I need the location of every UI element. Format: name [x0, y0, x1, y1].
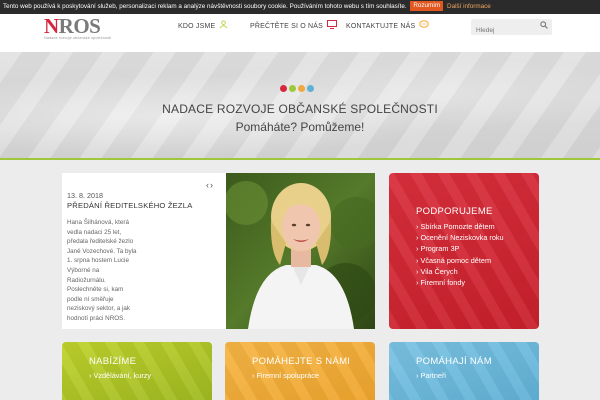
slider-dot-1[interactable] [280, 85, 287, 92]
hero-title: NADACE ROZVOJE OBČANSKÉ SPOLEČNOSTI [162, 102, 438, 116]
tile-nabizime[interactable]: NABÍZÍME › Vzdělávání, kurzy [62, 342, 212, 400]
tile-pomahaji-nam[interactable]: POMÁHAJÍ NÁM › Partneři [389, 342, 539, 400]
tile-link[interactable]: › Program 3P [416, 243, 504, 254]
nav-kontaktujte-nas[interactable]: KONTAKTUJTE NÁS [346, 19, 430, 35]
nav-prectete-si-o-nas[interactable]: PŘEČTĚTE SI O NÁS [250, 19, 338, 35]
cookie-more-link[interactable]: Další informace [447, 3, 491, 10]
tile-link-list: › Firemní spolupráce [252, 370, 319, 381]
logo-text-rest: ROS [58, 14, 101, 38]
tile-link[interactable]: › Sbírka Pomozte dětem [416, 221, 504, 232]
tile-title[interactable]: NABÍZÍME [89, 356, 136, 367]
slider-dot-3[interactable] [298, 85, 305, 92]
chevron-right-icon[interactable]: › [210, 180, 214, 190]
tile-link[interactable]: › Firemní spolupráce [252, 370, 319, 381]
tile-link[interactable]: › Vzdělávání, kurzy [89, 370, 151, 381]
chat-icon [419, 19, 430, 35]
tile-link[interactable]: › Firemní fondy [416, 277, 504, 288]
tile-title[interactable]: POMÁHAJÍ NÁM [416, 356, 492, 367]
nav-label: PŘEČTĚTE SI O NÁS [250, 23, 324, 30]
tile-texture [389, 342, 539, 400]
slider-dot-4[interactable] [307, 85, 314, 92]
tile-title[interactable]: PODPORUJEME [416, 206, 493, 217]
tile-podporujeme[interactable]: PODPORUJEME › Sbírka Pomozte dětem › Oce… [389, 173, 539, 329]
news-arrows: ‹› [206, 180, 214, 190]
site-header: NROS Nadace rozvoje občanské společnosti… [0, 14, 600, 52]
slider-dots [280, 79, 316, 92]
search-input[interactable] [471, 22, 533, 39]
cookie-bar: Tento web používá k poskytování služeb, … [0, 0, 600, 14]
news-headline[interactable]: PŘEDÁNÍ ŘEDITELSKÉHO ŽEZLA [67, 201, 192, 210]
hero-banner: NADACE ROZVOJE OBČANSKÉ SPOLEČNOSTI Pomá… [0, 52, 600, 159]
nav-kdo-jsme[interactable]: KDO JSME [178, 19, 228, 35]
tile-link-list: › Sbírka Pomozte dětem › Ocenění Nezisko… [416, 221, 504, 288]
tile-link[interactable]: › Vila Čerych [416, 266, 504, 277]
tile-title[interactable]: POMÁHEJTE S NÁMI [252, 356, 350, 367]
tile-link[interactable]: › Ocenění Neziskovka roku [416, 232, 504, 243]
news-body: Hana Šilhánová, která vedla nadaci 25 le… [67, 219, 137, 322]
nav-label: KDO JSME [178, 23, 216, 30]
site-logo[interactable]: NROS Nadace rozvoje občanské společnosti [44, 15, 119, 41]
tile-link[interactable]: › Partneři [416, 370, 446, 381]
tile-link[interactable]: › Včasná pomoc dětem [416, 255, 504, 266]
logo-mark: NROS [44, 14, 101, 38]
slider-dot-2[interactable] [289, 85, 296, 92]
news-card: 13. 8. 2018 PŘEDÁNÍ ŘEDITELSKÉHO ŽEZLA H… [62, 173, 375, 329]
cookie-accept-button[interactable]: Rozumím [410, 1, 444, 11]
screen-icon [327, 19, 338, 35]
main-content: 13. 8. 2018 PŘEDÁNÍ ŘEDITELSKÉHO ŽEZLA H… [0, 160, 600, 400]
news-date: 13. 8. 2018 [67, 191, 103, 200]
tile-pomahejte-s-nami[interactable]: POMÁHEJTE S NÁMI › Firemní spolupráce [225, 342, 375, 400]
tile-link-list: › Vzdělávání, kurzy [89, 370, 151, 381]
hero-tagline: Pomáháte? Pomůžeme! [235, 120, 365, 134]
search-box [471, 19, 552, 39]
search-icon[interactable] [540, 21, 548, 31]
person-icon [219, 19, 228, 35]
cookie-text: Tento web používá k poskytování služeb, … [3, 3, 407, 10]
nav-label: KONTAKTUJTE NÁS [346, 23, 416, 30]
news-photo [226, 173, 375, 329]
logo-subtitle: Nadace rozvoje občanské společnosti [44, 36, 112, 40]
tile-link-list: › Partneři [416, 370, 446, 381]
